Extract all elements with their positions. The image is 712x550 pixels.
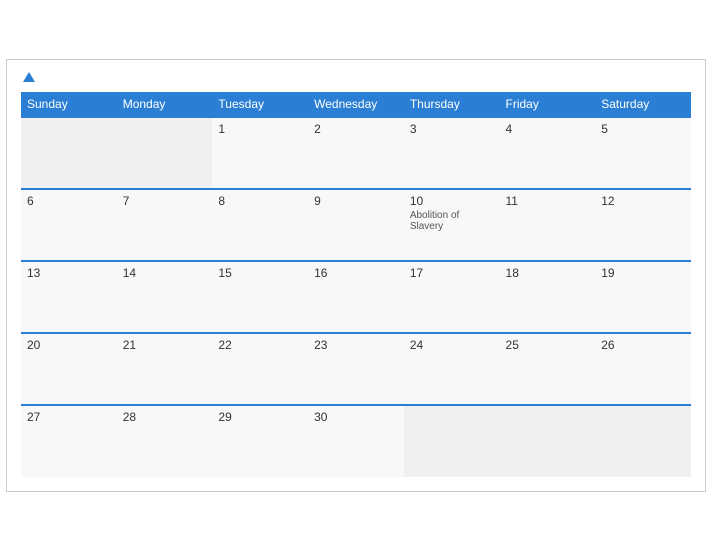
calendar-cell: 26	[595, 333, 691, 405]
weekday-header-thursday: Thursday	[404, 92, 500, 117]
calendar-cell: 16	[308, 261, 404, 333]
day-number: 22	[218, 338, 302, 352]
calendar-cell: 10 Abolition of Slavery	[404, 189, 500, 261]
day-number: 12	[601, 194, 685, 208]
calendar-cell: 4	[500, 117, 596, 189]
day-number: 14	[123, 266, 207, 280]
day-number: 27	[27, 410, 111, 424]
day-number: 18	[506, 266, 590, 280]
day-number: 16	[314, 266, 398, 280]
calendar-cell: 2	[308, 117, 404, 189]
event-label: Abolition of Slavery	[410, 210, 494, 232]
calendar-cell: 27	[21, 405, 117, 477]
calendar-cell: 24	[404, 333, 500, 405]
calendar-cell: 18	[500, 261, 596, 333]
day-number: 8	[218, 194, 302, 208]
calendar-cell: 19	[595, 261, 691, 333]
calendar-cell: 3	[404, 117, 500, 189]
calendar-grid: SundayMondayTuesdayWednesdayThursdayFrid…	[21, 92, 691, 477]
day-number: 20	[27, 338, 111, 352]
calendar-cell: 23	[308, 333, 404, 405]
calendar-header	[21, 72, 691, 82]
week-row-2: 6789 10 Abolition of Slavery 11 12	[21, 189, 691, 261]
calendar-cell: 14	[117, 261, 213, 333]
weekday-header-tuesday: Tuesday	[212, 92, 308, 117]
weekday-header-sunday: Sunday	[21, 92, 117, 117]
day-number: 26	[601, 338, 685, 352]
calendar-cell: 6	[21, 189, 117, 261]
weekday-header-friday: Friday	[500, 92, 596, 117]
calendar-cell: 12	[595, 189, 691, 261]
calendar-container: SundayMondayTuesdayWednesdayThursdayFrid…	[6, 59, 706, 492]
week-row-5: 27 28 29 30	[21, 405, 691, 477]
calendar-cell: 28	[117, 405, 213, 477]
calendar-cell: 1	[212, 117, 308, 189]
day-number: 24	[410, 338, 494, 352]
calendar-cell	[595, 405, 691, 477]
weekday-header-monday: Monday	[117, 92, 213, 117]
day-number: 10	[410, 194, 494, 208]
calendar-cell: 8	[212, 189, 308, 261]
day-number: 4	[506, 122, 590, 136]
day-number: 30	[314, 410, 398, 424]
week-row-1: 12345	[21, 117, 691, 189]
calendar-cell: 15	[212, 261, 308, 333]
calendar-cell: 9	[308, 189, 404, 261]
calendar-cell: 30	[308, 405, 404, 477]
calendar-cell: 11	[500, 189, 596, 261]
logo-triangle-icon	[23, 72, 35, 82]
calendar-cell	[404, 405, 500, 477]
logo-area	[21, 72, 35, 82]
calendar-cell: 25	[500, 333, 596, 405]
day-number: 25	[506, 338, 590, 352]
day-number: 15	[218, 266, 302, 280]
day-number: 3	[410, 122, 494, 136]
calendar-cell	[500, 405, 596, 477]
day-number: 5	[601, 122, 685, 136]
day-number: 28	[123, 410, 207, 424]
calendar-cell: 7	[117, 189, 213, 261]
weekday-header-row: SundayMondayTuesdayWednesdayThursdayFrid…	[21, 92, 691, 117]
day-number: 7	[123, 194, 207, 208]
day-number: 29	[218, 410, 302, 424]
day-number: 17	[410, 266, 494, 280]
calendar-cell	[21, 117, 117, 189]
day-number: 23	[314, 338, 398, 352]
weekday-header-wednesday: Wednesday	[308, 92, 404, 117]
calendar-cell: 13	[21, 261, 117, 333]
week-row-4: 20 21 22 23 24 25 26	[21, 333, 691, 405]
day-number: 11	[506, 194, 590, 208]
day-number: 9	[314, 194, 398, 208]
calendar-cell	[117, 117, 213, 189]
day-number: 13	[27, 266, 111, 280]
day-number: 19	[601, 266, 685, 280]
weekday-header-saturday: Saturday	[595, 92, 691, 117]
day-number: 21	[123, 338, 207, 352]
calendar-cell: 17	[404, 261, 500, 333]
calendar-cell: 22	[212, 333, 308, 405]
day-number: 2	[314, 122, 398, 136]
calendar-cell: 20	[21, 333, 117, 405]
week-row-3: 13 14 15 16 17 18 19	[21, 261, 691, 333]
day-number: 1	[218, 122, 302, 136]
calendar-cell: 5	[595, 117, 691, 189]
calendar-cell: 21	[117, 333, 213, 405]
calendar-cell: 29	[212, 405, 308, 477]
day-number: 6	[27, 194, 111, 208]
